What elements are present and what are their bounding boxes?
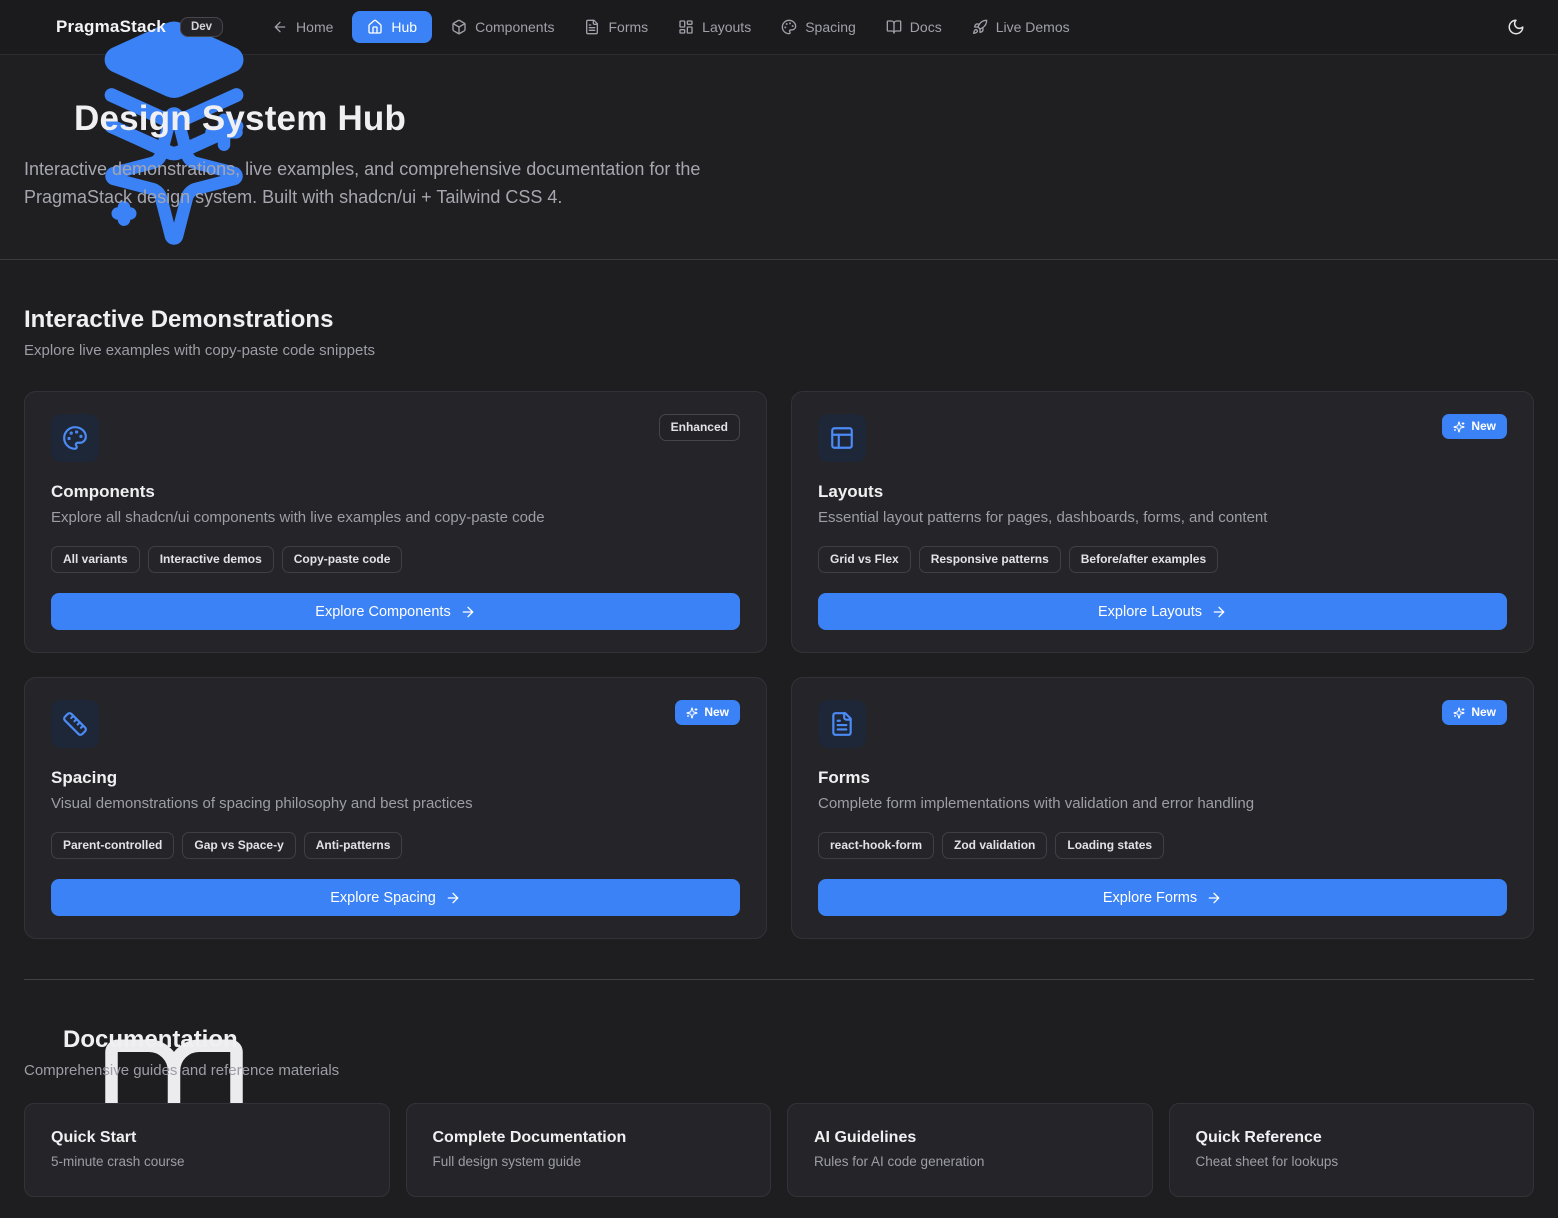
main-content: Interactive Demonstrations Explore live …	[0, 306, 1558, 1197]
new-badge: New	[1442, 700, 1507, 725]
nav-item-forms[interactable]: Forms	[573, 11, 659, 43]
doc-card-title: AI Guidelines	[814, 1129, 1126, 1147]
new-badge: New	[1442, 414, 1507, 439]
tag: Parent-controlled	[51, 832, 174, 859]
demos-section-subtitle: Explore live examples with copy-paste co…	[24, 342, 1534, 359]
tag: Gap vs Space-y	[182, 832, 295, 859]
tag: All variants	[51, 546, 140, 573]
demo-card-components: Enhanced Components Explore all shadcn/u…	[24, 391, 767, 653]
doc-card-ai-guidelines[interactable]: AI Guidelines Rules for AI code generati…	[787, 1103, 1153, 1197]
palette-icon	[51, 414, 99, 462]
nav-item-layouts[interactable]: Layouts	[667, 11, 762, 43]
box-icon	[451, 19, 467, 35]
card-description: Explore all shadcn/ui components with li…	[51, 509, 740, 526]
nav-item-spacing[interactable]: Spacing	[770, 11, 867, 43]
section-divider	[24, 979, 1534, 980]
sparkles-icon	[1453, 421, 1465, 433]
arrow-right-icon	[1206, 890, 1222, 906]
nav-item-docs[interactable]: Docs	[875, 11, 953, 43]
tag-row: All variants Interactive demos Copy-past…	[51, 546, 740, 573]
explore-layouts-button[interactable]: Explore Layouts	[818, 593, 1507, 630]
env-badge: Dev	[180, 17, 223, 37]
card-title: Components	[51, 482, 740, 502]
doc-card-title: Complete Documentation	[433, 1129, 745, 1147]
layers-logo-icon	[24, 16, 46, 38]
tag: Before/after examples	[1069, 546, 1218, 573]
doc-card-description: Rules for AI code generation	[814, 1154, 1126, 1169]
book-open-icon	[886, 19, 902, 35]
theme-toggle-button[interactable]	[1498, 9, 1534, 45]
tag-row: Parent-controlled Gap vs Space-y Anti-pa…	[51, 832, 740, 859]
nav-item-home[interactable]: Home	[261, 11, 344, 43]
explore-components-button[interactable]: Explore Components	[51, 593, 740, 630]
nav-item-components[interactable]: Components	[440, 11, 565, 43]
doc-card-complete-documentation[interactable]: Complete Documentation Full design syste…	[406, 1103, 772, 1197]
book-open-icon	[24, 1027, 51, 1054]
tag-row: Grid vs Flex Responsive patterns Before/…	[818, 546, 1507, 573]
tag: react-hook-form	[818, 832, 934, 859]
doc-card-description: Cheat sheet for lookups	[1196, 1154, 1508, 1169]
demo-card-spacing: New Spacing Visual demonstrations of spa…	[24, 677, 767, 939]
brand-name: PragmaStack	[56, 17, 166, 37]
arrow-right-icon	[1211, 604, 1227, 620]
sparkles-icon	[1453, 707, 1465, 719]
doc-card-title: Quick Reference	[1196, 1129, 1508, 1147]
card-description: Complete form implementations with valid…	[818, 795, 1507, 812]
tag: Grid vs Flex	[818, 546, 911, 573]
main-nav: Home Hub Components Forms Layouts Spacin…	[261, 11, 1081, 43]
new-badge: New	[675, 700, 740, 725]
tag-row: react-hook-form Zod validation Loading s…	[818, 832, 1507, 859]
doc-card-quick-start[interactable]: Quick Start 5-minute crash course	[24, 1103, 390, 1197]
tag: Loading states	[1055, 832, 1164, 859]
moon-icon	[1507, 18, 1525, 36]
palette-icon	[781, 19, 797, 35]
page-description: Interactive demonstrations, live example…	[24, 155, 772, 211]
card-title: Spacing	[51, 768, 740, 788]
top-navbar: PragmaStack Dev Home Hub Components Form…	[0, 0, 1558, 55]
tag: Interactive demos	[148, 546, 274, 573]
home-icon	[367, 19, 383, 35]
card-description: Visual demonstrations of spacing philoso…	[51, 795, 740, 812]
panels-top-left-icon	[818, 414, 866, 462]
doc-card-description: 5-minute crash course	[51, 1154, 363, 1169]
doc-card-title: Quick Start	[51, 1129, 363, 1147]
tag: Copy-paste code	[282, 546, 403, 573]
file-text-icon	[818, 700, 866, 748]
tag: Zod validation	[942, 832, 1047, 859]
docs-section-subtitle: Comprehensive guides and reference mater…	[24, 1062, 1534, 1079]
explore-forms-button[interactable]: Explore Forms	[818, 879, 1507, 916]
brand[interactable]: PragmaStack Dev	[24, 16, 223, 38]
demo-card-grid: Enhanced Components Explore all shadcn/u…	[24, 391, 1534, 939]
layout-dashboard-icon	[678, 19, 694, 35]
rocket-icon	[972, 19, 988, 35]
demos-section-title: Interactive Demonstrations	[24, 306, 1534, 334]
arrow-right-icon	[460, 604, 476, 620]
doc-card-quick-reference[interactable]: Quick Reference Cheat sheet for lookups	[1169, 1103, 1535, 1197]
docs-section-title: Documentation	[63, 1026, 238, 1054]
ruler-icon	[51, 700, 99, 748]
doc-card-description: Full design system guide	[433, 1154, 745, 1169]
page-title: Design System Hub	[74, 99, 406, 139]
demo-card-forms: New Forms Complete form implementations …	[791, 677, 1534, 939]
status-badge: Enhanced	[659, 414, 740, 441]
demo-card-layouts: New Layouts Essential layout patterns fo…	[791, 391, 1534, 653]
sparkles-icon	[24, 101, 60, 137]
tag: Responsive patterns	[919, 546, 1061, 573]
card-description: Essential layout patterns for pages, das…	[818, 509, 1507, 526]
nav-item-live-demos[interactable]: Live Demos	[961, 11, 1081, 43]
file-text-icon	[584, 19, 600, 35]
docs-card-grid: Quick Start 5-minute crash course Comple…	[24, 1103, 1534, 1197]
explore-spacing-button[interactable]: Explore Spacing	[51, 879, 740, 916]
sparkles-icon	[686, 707, 698, 719]
arrow-right-icon	[445, 890, 461, 906]
card-title: Layouts	[818, 482, 1507, 502]
card-title: Forms	[818, 768, 1507, 788]
tag: Anti-patterns	[304, 832, 403, 859]
arrow-left-icon	[272, 19, 288, 35]
nav-item-hub[interactable]: Hub	[352, 11, 432, 43]
